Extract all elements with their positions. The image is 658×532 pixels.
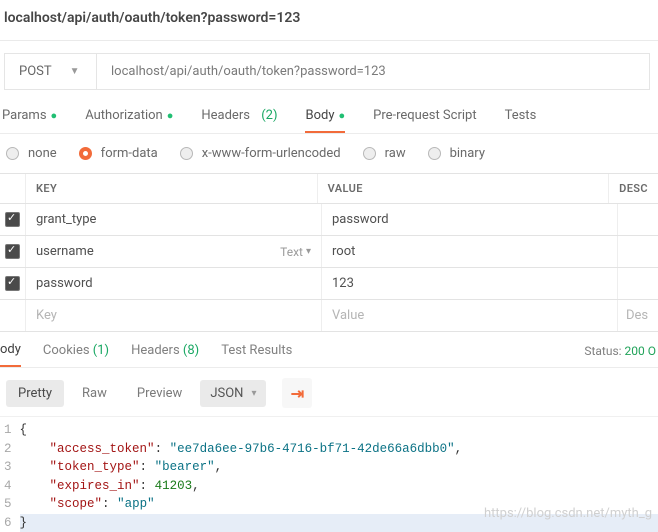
kv-row: password 123	[0, 268, 658, 300]
request-title: localhost/api/auth/oauth/token?password=…	[0, 0, 658, 41]
kv-key-input[interactable]: Key	[26, 300, 322, 331]
kv-type-select[interactable]: Text▾	[280, 245, 311, 259]
kv-value-input[interactable]: root	[322, 236, 618, 267]
radio-form-data[interactable]: form-data	[79, 146, 158, 161]
method-select[interactable]: POST ▼	[5, 54, 97, 89]
tab-tests[interactable]: Tests	[505, 108, 537, 123]
resp-tab-headers[interactable]: Headers (8)	[131, 343, 199, 358]
method-label: POST	[19, 64, 52, 79]
line-gutter: 123456	[0, 421, 20, 532]
kv-desc-input[interactable]: Des	[618, 300, 658, 331]
status-badge: 200 O	[625, 344, 656, 358]
body-type-row: none form-data x-www-form-urlencoded raw…	[0, 134, 658, 173]
kv-row: username Text▾ root	[0, 236, 658, 268]
checkbox-icon[interactable]	[5, 212, 20, 227]
radio-none[interactable]: none	[6, 146, 57, 161]
url-input[interactable]: localhost/api/auth/oauth/token?password=…	[97, 54, 649, 89]
radio-icon	[363, 147, 376, 160]
radio-icon	[6, 147, 19, 160]
kv-table: KEY VALUE DESC grant_type password usern…	[0, 173, 658, 332]
wrap-lines-button[interactable]: ⇥	[282, 378, 312, 408]
radio-urlencoded[interactable]: x-www-form-urlencoded	[180, 146, 341, 161]
kv-value-input[interactable]: Value	[322, 300, 618, 331]
tab-prerequest[interactable]: Pre-request Script	[373, 108, 476, 123]
viewer-pretty[interactable]: Pretty	[6, 380, 64, 407]
request-tabs: Params● Authorization● Headers (2) Body●…	[0, 104, 658, 134]
checkbox-icon[interactable]	[5, 276, 20, 291]
kv-row: grant_type password	[0, 204, 658, 236]
kv-col-key-header: KEY	[26, 174, 318, 203]
resp-tab-cookies[interactable]: Cookies (1)	[43, 343, 109, 358]
kv-header: KEY VALUE DESC	[0, 174, 658, 204]
checkbox-icon[interactable]	[5, 244, 20, 259]
kv-col-value-header: VALUE	[318, 174, 610, 203]
kv-value-input[interactable]: password	[322, 204, 618, 235]
kv-key-input[interactable]: password	[26, 268, 322, 299]
chevron-down-icon: ▾	[251, 388, 256, 399]
dot-icon: ●	[51, 109, 58, 122]
wrap-icon: ⇥	[291, 384, 304, 403]
resp-tab-testresults[interactable]: Test Results	[221, 343, 292, 358]
kv-col-desc-header: DESC	[609, 174, 658, 203]
dot-icon: ●	[338, 109, 345, 122]
chevron-down-icon: ▼	[70, 66, 80, 77]
tab-body[interactable]: Body●	[305, 108, 345, 133]
response-tabs: ody Cookies (1) Headers (8) Test Results…	[0, 332, 658, 368]
viewer-toolbar: Pretty Raw Preview JSON▾ ⇥	[0, 368, 658, 417]
dot-icon: ●	[167, 109, 174, 122]
radio-icon	[79, 147, 92, 160]
viewer-raw[interactable]: Raw	[70, 380, 119, 407]
resp-tab-body[interactable]: ody	[0, 342, 21, 367]
kv-key-input[interactable]: grant_type	[26, 204, 322, 235]
status-block: Status: 200 O	[584, 344, 658, 358]
chevron-down-icon: ▾	[306, 246, 311, 257]
radio-raw[interactable]: raw	[363, 146, 406, 161]
radio-binary[interactable]: binary	[428, 146, 485, 161]
radio-icon	[428, 147, 441, 160]
response-body-viewer[interactable]: 123456 { "access_token": "ee7da6ee-97b6-…	[0, 417, 658, 532]
viewer-preview[interactable]: Preview	[125, 380, 194, 407]
response-json: { "access_token": "ee7da6ee-97b6-4716-bf…	[20, 421, 658, 532]
tab-params[interactable]: Params●	[2, 108, 57, 123]
request-line: POST ▼ localhost/api/auth/oauth/token?pa…	[4, 53, 650, 90]
tab-headers[interactable]: Headers (2)	[201, 108, 277, 123]
tab-authorization[interactable]: Authorization●	[85, 108, 173, 123]
kv-key-input[interactable]: username Text▾	[26, 236, 322, 267]
radio-icon	[180, 147, 193, 160]
kv-value-input[interactable]: 123	[322, 268, 618, 299]
kv-row-empty: Key Value Des	[0, 300, 658, 332]
format-select[interactable]: JSON▾	[200, 380, 266, 407]
